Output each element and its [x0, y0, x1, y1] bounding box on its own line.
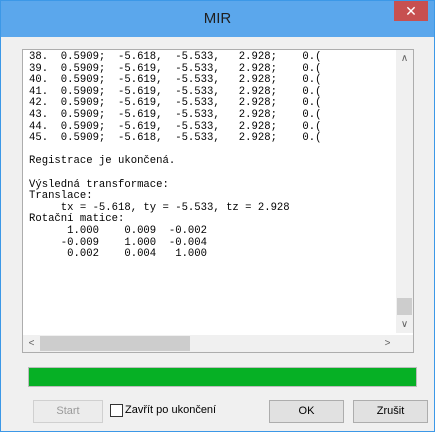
- scroll-down-icon[interactable]: ∨: [396, 316, 413, 333]
- scroll-up-icon[interactable]: ∧: [396, 50, 413, 67]
- start-button[interactable]: Start: [33, 400, 103, 423]
- title-bar: MIR ✕: [1, 1, 434, 37]
- log-line: Translace:: [29, 190, 93, 203]
- scroll-right-icon[interactable]: >: [379, 335, 396, 352]
- vertical-scrollbar[interactable]: ∧ ∨: [396, 50, 413, 333]
- scrollbar-corner: [396, 335, 413, 352]
- log-line: 45. 0.5909; -5.618, -5.533, 2.928; 0.(: [29, 132, 322, 145]
- log-line: 0.002 0.004 1.000: [29, 248, 208, 261]
- vertical-scroll-thumb[interactable]: [397, 298, 412, 315]
- horizontal-scrollbar[interactable]: < >: [23, 335, 396, 352]
- log-content: 38. 0.5909; -5.618, -5.533, 2.928; 0.(39…: [29, 51, 322, 261]
- window-title: MIR: [203, 10, 232, 27]
- progress-bar: [28, 367, 417, 387]
- checkbox-label: Zavřít po ukončení: [125, 404, 217, 416]
- ok-button[interactable]: OK: [269, 400, 344, 423]
- log-line: 38. 0.5909; -5.618, -5.533, 2.928; 0.(: [29, 51, 322, 63]
- cancel-button[interactable]: Zrušit: [353, 400, 428, 423]
- log-text-area[interactable]: 38. 0.5909; -5.618, -5.533, 2.928; 0.(39…: [22, 49, 414, 353]
- mir-dialog: MIR ✕ 38. 0.5909; -5.618, -5.533, 2.928;…: [0, 0, 435, 432]
- progress-fill: [29, 368, 416, 386]
- close-icon[interactable]: ✕: [394, 1, 428, 21]
- horizontal-scroll-thumb[interactable]: [40, 336, 190, 351]
- checkbox-box[interactable]: [110, 404, 123, 417]
- scroll-left-icon[interactable]: <: [23, 335, 40, 352]
- log-line: 43. 0.5909; -5.619, -5.533, 2.928; 0.(: [29, 108, 322, 121]
- log-line: 1.000 0.009 -0.002: [29, 224, 208, 237]
- log-line: Registrace je ukončená.: [29, 155, 176, 168]
